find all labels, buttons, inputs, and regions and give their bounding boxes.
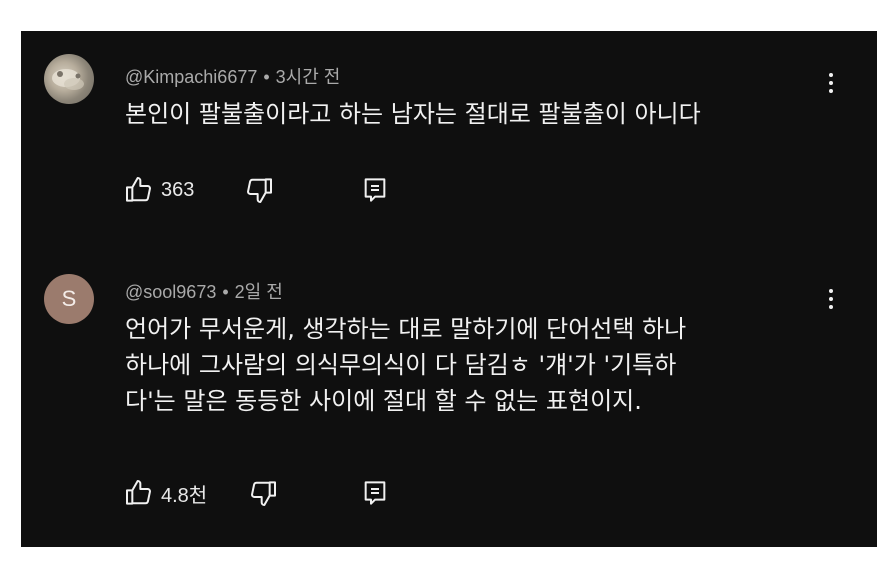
more-vert-icon[interactable]: [821, 73, 841, 101]
comment-text: 언어가 무서운게, 생각하는 대로 말하기에 단어선택 하나 하나에 그사람의 …: [125, 311, 825, 419]
thumbs-up-icon: [126, 480, 151, 505]
dislike-button[interactable]: [243, 174, 275, 206]
comment-time[interactable]: 2일 전: [235, 282, 283, 302]
comment-author[interactable]: @Kimpachi6677: [125, 67, 257, 87]
like-button[interactable]: 4.8천: [123, 477, 207, 509]
comment-time[interactable]: 3시간 전: [276, 67, 341, 87]
reply-icon: [364, 481, 386, 505]
thumbs-down-icon: [251, 481, 276, 506]
reply-button[interactable]: [359, 174, 391, 206]
comment-meta: @sool9673 • 2일 전: [125, 278, 283, 304]
avatar[interactable]: [44, 54, 94, 104]
reply-button[interactable]: [359, 477, 391, 509]
meta-separator: •: [222, 282, 229, 302]
reply-icon: [364, 178, 386, 202]
comment-text-line: 하나에 그사람의 의식무의식이 다 담김ㅎ '걔'가 '기특하: [125, 351, 677, 379]
dislike-button[interactable]: [247, 477, 279, 509]
comment-author[interactable]: @sool9673: [125, 282, 216, 302]
comment-text-line: 언어가 무서운게, 생각하는 대로 말하기에 단어선택 하나: [125, 315, 687, 343]
avatar-letter: S: [61, 286, 77, 311]
like-button[interactable]: 363: [123, 174, 194, 206]
thumbs-up-icon: [126, 177, 151, 202]
more-vert-icon[interactable]: [821, 289, 841, 317]
like-count: 363: [161, 178, 195, 201]
thumbs-down-icon: [247, 178, 272, 203]
like-count: 4.8천: [161, 484, 208, 507]
comment-meta: @Kimpachi6677 • 3시간 전: [125, 63, 340, 89]
meta-separator: •: [263, 67, 270, 87]
comment-actions: 4.8천: [123, 477, 423, 509]
comment-text: 본인이 팔불출이라고 하는 남자는 절대로 팔불출이 아니다: [125, 100, 701, 128]
comments-panel: @Kimpachi6677 • 3시간 전 본인이 팔불출이라고 하는 남자는 절대…: [21, 31, 877, 547]
comment-text-line: 다'는 말은 동등한 사이에 절대 할 수 없는 표현이지.: [125, 387, 642, 415]
comment-actions: 363: [123, 174, 423, 206]
avatar[interactable]: S: [44, 274, 94, 324]
avatar-photo-icon: [52, 69, 84, 90]
